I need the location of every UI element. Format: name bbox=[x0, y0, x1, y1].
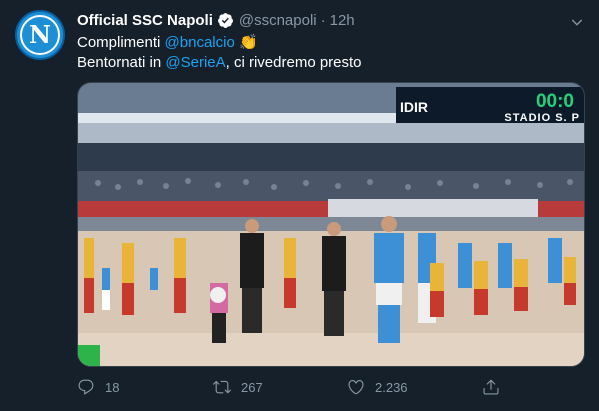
line1-text: Complimenti bbox=[77, 34, 165, 51]
chevron-down-icon[interactable] bbox=[569, 14, 585, 30]
tweet-photo[interactable]: IDIR 00:0 STADIO S. P bbox=[77, 82, 585, 367]
retweet-button[interactable]: 267 bbox=[213, 378, 263, 396]
line2-suffix: , ci rivedremo presto bbox=[225, 54, 362, 71]
line2-text: Bentornati in bbox=[77, 54, 166, 71]
sponsor-board-text: IDIR bbox=[400, 99, 428, 115]
reply-icon bbox=[78, 379, 94, 395]
tweet-text: Complimenti @bncalcio 👏 Bentornati in @S… bbox=[77, 33, 362, 73]
stadium-photo bbox=[78, 83, 584, 366]
share-button[interactable] bbox=[482, 378, 510, 396]
author-name[interactable]: Official SSC Napoli bbox=[77, 12, 213, 29]
reply-count: 18 bbox=[105, 379, 120, 395]
scoreboard-stadium: STADIO S. P bbox=[504, 112, 580, 124]
stadium-scoreboard: IDIR 00:0 STADIO S. P bbox=[396, 87, 584, 124]
mention-seriea[interactable]: @SerieA bbox=[165, 54, 225, 71]
author-handle[interactable]: @sscnapoli bbox=[239, 12, 317, 29]
scoreboard-score: 00:0 bbox=[535, 91, 574, 112]
retweet-icon bbox=[213, 380, 231, 394]
avatar[interactable]: N bbox=[15, 10, 65, 60]
tweet-actions: 18 267 2.236 bbox=[77, 378, 597, 400]
tweet-line-1: Complimenti @bncalcio 👏 bbox=[77, 33, 362, 53]
tweet-header: Official SSC Napoli @sscnapoli · 12h bbox=[77, 12, 355, 29]
clapping-hands-icon: 👏 bbox=[238, 34, 258, 51]
like-count: 2.236 bbox=[375, 379, 408, 395]
logo-letter: N bbox=[29, 20, 51, 49]
retweet-count: 267 bbox=[241, 379, 263, 395]
like-button[interactable]: 2.236 bbox=[347, 378, 408, 396]
mention-bncalcio[interactable]: @bncalcio bbox=[165, 34, 235, 51]
verified-badge-icon bbox=[217, 12, 234, 29]
tweet-time[interactable]: 12h bbox=[330, 12, 355, 29]
separator-dot: · bbox=[320, 12, 326, 29]
reply-button[interactable]: 18 bbox=[77, 378, 119, 396]
share-icon bbox=[483, 379, 499, 395]
tweet-line-2: Bentornati in @SerieA, ci rivedremo pres… bbox=[77, 53, 362, 73]
napoli-logo: N bbox=[20, 15, 60, 55]
heart-icon bbox=[348, 380, 364, 395]
